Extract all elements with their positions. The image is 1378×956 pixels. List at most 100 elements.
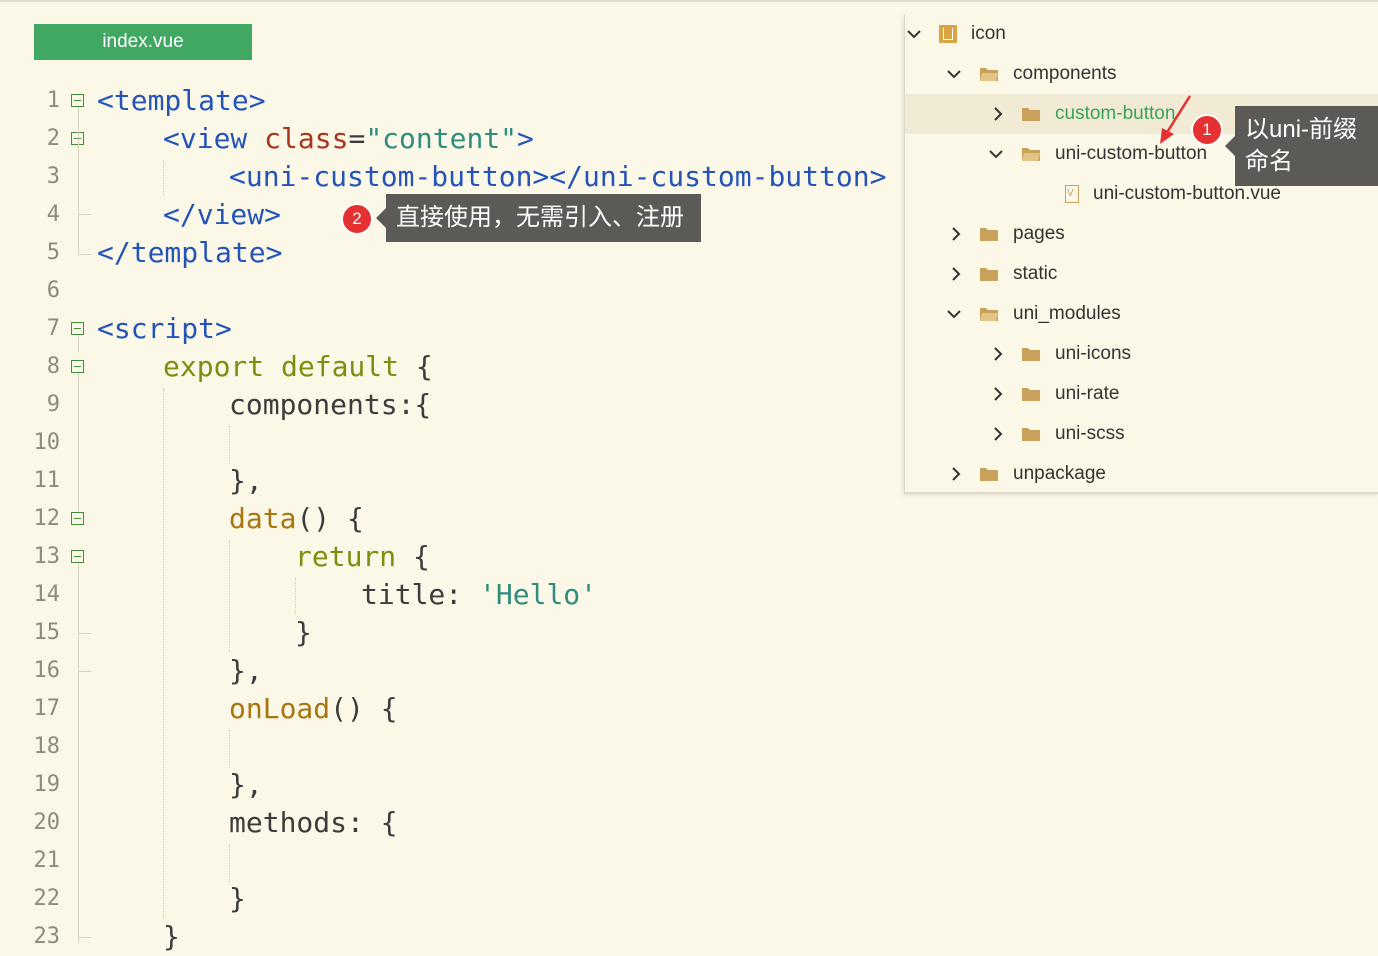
code-token: methods: { [229,806,398,839]
chevron-right-icon[interactable] [991,107,1005,121]
code-line-9[interactable]: components:{ [229,386,431,424]
chevron-right-icon[interactable] [991,387,1005,401]
code-token: }, [229,654,263,687]
code-line-11[interactable]: }, [229,462,263,500]
chevron-down-icon[interactable] [947,307,961,321]
code-line-16[interactable]: }, [229,652,263,690]
callout-text: 直接使用，无需引入、注册 [396,204,684,231]
fold-toggle-icon[interactable] [71,360,84,373]
fold-guide-end [78,254,91,255]
code-line-8[interactable]: export default { [163,348,433,386]
code-line-15[interactable]: } [295,614,312,652]
tree-item-static[interactable]: static [905,254,1378,294]
code-token: class [264,122,349,155]
file-tree-panel: icon components custom-button uni-custom… [904,14,1378,494]
fold-toggle-icon[interactable] [71,550,84,563]
chevron-down-icon[interactable] [947,67,961,81]
line-number: 23 [33,924,61,949]
chevron-right-icon[interactable] [949,267,963,281]
indent-guide [229,540,230,652]
code-line-5[interactable]: </template> [97,234,282,272]
line-number: 12 [33,506,61,531]
tree-label: components [1013,63,1117,84]
editor-tab-index-vue[interactable]: index.vue [34,24,252,60]
line-number: 19 [33,772,61,797]
code-line-14[interactable]: title: 'Hello' [361,576,597,614]
code-token: return [295,540,397,573]
code-token: { [396,540,430,573]
code-token: }, [229,768,263,801]
code-token: () { [330,692,398,725]
folder-icon [1021,426,1041,442]
chevron-right-icon[interactable] [991,347,1005,361]
code-token: > [517,122,534,155]
code-token: "content" [365,122,518,155]
callout-badge-1: 1 [1191,114,1223,146]
code-line-7[interactable]: <script> [97,310,232,348]
callout-direct-use: 直接使用，无需引入、注册 [376,194,701,242]
code-line-4[interactable]: </view> [163,196,281,234]
code-token: { [399,350,433,383]
line-number: 7 [46,316,60,341]
chevron-right-icon[interactable] [949,467,963,481]
code-line-13[interactable]: return { [295,538,430,576]
code-token: } [163,920,180,953]
code-token: export default [163,350,400,383]
indent-guide [163,160,164,196]
code-token: title: [361,578,480,611]
code-line-19[interactable]: }, [229,766,263,804]
chevron-down-icon[interactable] [989,147,1003,161]
code-line-23[interactable]: } [163,918,180,956]
tree-item-uni-scss[interactable]: uni-scss [905,414,1378,454]
line-number: 3 [46,164,60,189]
folder-open-icon [979,66,999,82]
line-number: 21 [33,848,61,873]
code-token: <script> [97,312,232,345]
fold-toggle-icon[interactable] [71,94,84,107]
fold-toggle-icon[interactable] [71,322,84,335]
line-number: 6 [46,278,60,303]
line-number: 14 [33,582,61,607]
code-token: </template> [97,236,283,269]
fold-guide [78,563,79,943]
code-line-17[interactable]: onLoad() { [229,690,398,728]
line-number: 8 [46,354,60,379]
code-token: = [348,122,366,155]
line-number: 20 [33,810,61,835]
tree-item-uni-icons[interactable]: uni-icons [905,334,1378,374]
tree-label: uni_modules [1013,303,1121,324]
code-line-22[interactable]: } [229,880,246,918]
tree-item-uni-modules[interactable]: uni_modules [905,294,1378,334]
code-line-3[interactable]: <uni-custom-button></uni-custom-button> [229,158,886,196]
indent-guide [295,578,296,614]
tree-item-unpackage[interactable]: unpackage [905,454,1378,492]
tree-item-pages[interactable]: pages [905,214,1378,254]
tree-label: icon [971,23,1006,44]
chevron-right-icon[interactable] [991,427,1005,441]
tree-label: uni-icons [1055,343,1132,364]
code-line-20[interactable]: methods: { [229,804,398,842]
indent-guide [163,388,164,918]
fold-toggle-icon[interactable] [71,512,84,525]
annotation-arrow-icon [1160,95,1192,144]
folder-icon [979,466,999,482]
tree-item-icon[interactable]: icon [905,14,1378,54]
indent-guide [229,426,230,464]
line-number: 15 [33,620,61,645]
chevron-right-icon[interactable] [949,227,963,241]
tree-item-uni-rate[interactable]: uni-rate [905,374,1378,414]
tree-item-components[interactable]: components [905,54,1378,94]
code-line-12[interactable]: data() { [229,500,364,538]
fold-guide-end [78,937,91,938]
code-line-2[interactable]: <view class="content"> [163,120,534,158]
project-icon [939,25,957,43]
tree-label: static [1013,263,1058,284]
line-number: 10 [33,430,61,455]
code-line-1[interactable]: <template> [97,82,266,120]
code-token: () { [296,502,364,535]
code-token: } [295,616,312,649]
chevron-down-icon[interactable] [907,27,921,41]
code-token: 'Hello' [479,578,598,611]
tree-label: unpackage [1013,463,1106,484]
fold-guide-end [78,214,91,215]
